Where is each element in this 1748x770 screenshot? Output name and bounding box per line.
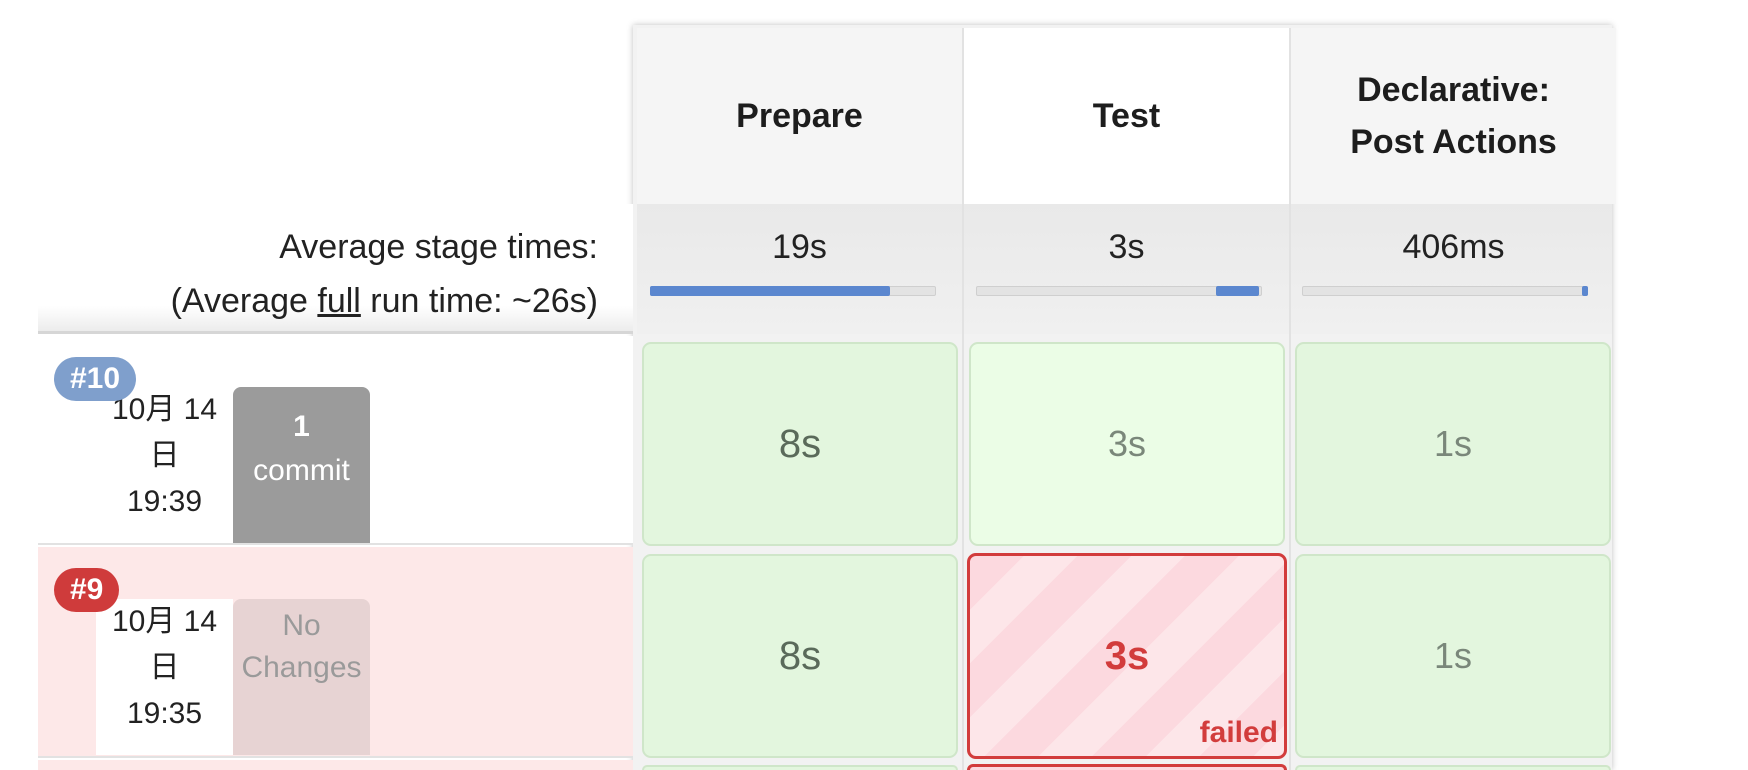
avg-time-prepare: 19s xyxy=(772,228,827,266)
column-divider xyxy=(1289,28,1291,770)
stage-cell-prepare[interactable] xyxy=(642,765,958,770)
stage-header-label: Prepare xyxy=(736,97,863,135)
stage-cell-post-actions[interactable] xyxy=(1295,765,1611,770)
column-divider xyxy=(962,28,964,770)
build-date: 10月 14 日 19:35 xyxy=(96,599,233,755)
build-time: 19:35 xyxy=(126,697,203,730)
stage-header-label: Post Actions xyxy=(1350,123,1557,161)
failed-label: failed xyxy=(1199,716,1278,749)
build-time: 19:39 xyxy=(126,485,203,518)
stage-cell-prepare[interactable]: 8s xyxy=(642,342,958,546)
stage-duration: 3s xyxy=(1104,633,1150,678)
changes-button[interactable]: No Changes xyxy=(233,599,370,755)
avg-time-test: 3s xyxy=(1108,228,1145,266)
build-number-badge[interactable]: #9 xyxy=(54,568,120,612)
avg-cell-post-actions xyxy=(1291,204,1612,334)
build-number-badge[interactable]: #10 xyxy=(54,357,137,401)
stage-header-prepare: Prepare xyxy=(637,28,962,204)
progress-track xyxy=(1302,286,1588,296)
build-row[interactable] xyxy=(38,760,633,770)
avg-time-post-actions: 406ms xyxy=(1402,228,1505,266)
changes-button[interactable]: 1 commit xyxy=(233,387,370,543)
full-run-link[interactable]: full xyxy=(317,282,360,320)
build-date: 10月 14 日 19:39 xyxy=(96,387,233,543)
stage-cell-test[interactable]: 3s xyxy=(969,342,1285,546)
progress-fill xyxy=(650,286,890,296)
avg-cell-prepare xyxy=(637,204,962,334)
average-stage-times-label: Average stage times: xyxy=(279,228,598,266)
stage-header-label: Declarative: xyxy=(1357,71,1550,109)
stage-cell-prepare[interactable]: 8s xyxy=(642,554,958,758)
stage-header-label: Test xyxy=(1092,97,1161,135)
stage-cell-test-failed[interactable]: 3s failed xyxy=(967,553,1287,759)
stage-header-test: Test xyxy=(964,28,1289,204)
progress-fill xyxy=(1216,286,1259,296)
average-run-time-label: (Average full run time: ~26s) xyxy=(170,282,598,320)
stage-cell-test-failed[interactable] xyxy=(967,764,1287,770)
stage-header-post-actions: Declarative: Post Actions xyxy=(1291,28,1616,204)
progress-fill xyxy=(1582,286,1588,296)
avg-cell-test xyxy=(964,204,1289,334)
stage-cell-post-actions[interactable]: 1s xyxy=(1295,554,1611,758)
stage-cell-post-actions[interactable]: 1s xyxy=(1295,342,1611,546)
